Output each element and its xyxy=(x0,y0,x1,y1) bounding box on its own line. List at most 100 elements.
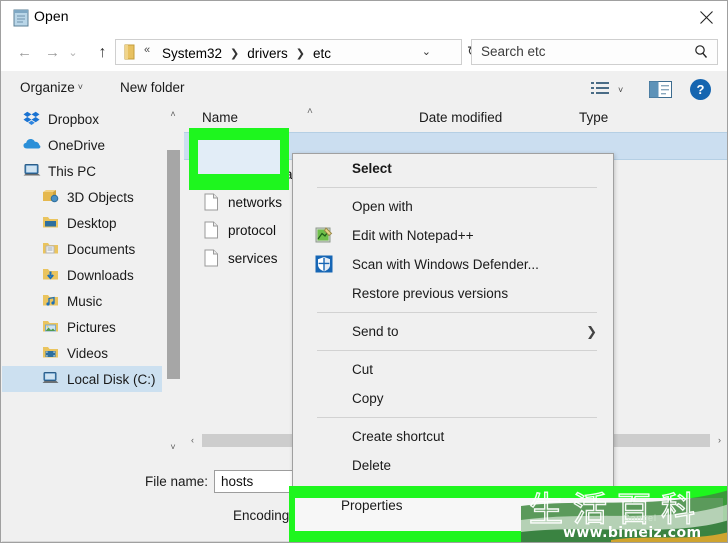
new-folder-button[interactable]: New folder xyxy=(120,80,185,95)
file-name: protocol xyxy=(228,222,277,238)
encoding-label: Encoding xyxy=(233,508,290,523)
menu-item-restore-previous-versions[interactable]: Restore previous versions xyxy=(293,279,613,308)
menu-item-select[interactable]: Select xyxy=(293,154,613,183)
folder-icon xyxy=(123,44,137,60)
sidebar-item-videos[interactable]: Videos xyxy=(2,340,162,366)
address-overflow-icon[interactable]: « xyxy=(144,44,150,56)
sidebar-item-dropbox[interactable]: Dropbox xyxy=(2,106,162,132)
breadcrumb-item-0[interactable]: System32 xyxy=(160,46,224,61)
preview-pane-icon[interactable] xyxy=(649,81,672,101)
watermark: 生活百科 Cancel www.bimeiz.com xyxy=(521,480,727,542)
view-options-dropdown-icon[interactable]: ˅ xyxy=(618,85,623,95)
menu-item-label: Open with xyxy=(352,199,413,214)
navigation-pane: Dropbox OneDrive This PC 3D Objects Desk… xyxy=(2,106,162,456)
menu-separator xyxy=(317,187,597,188)
menu-item-create-shortcut[interactable]: Create shortcut xyxy=(293,422,613,451)
music-icon xyxy=(42,293,60,309)
breadcrumb-separator-icon[interactable]: ❯ xyxy=(290,47,311,60)
sidebar-item-label: Documents xyxy=(67,241,136,257)
scroll-down-icon[interactable]: ˅ xyxy=(165,439,181,456)
window-title: Open xyxy=(34,8,69,24)
menu-item-label: Cut xyxy=(352,362,374,377)
sidebar-item-label: This PC xyxy=(48,163,97,179)
hosts-selection-inner xyxy=(198,140,280,174)
desktop-icon xyxy=(42,215,60,231)
scroll-left-icon[interactable]: ‹ xyxy=(184,432,201,449)
open-file-dialog: Open ← → ⌄ ↑ « System32 ❯ drivers ❯ etc … xyxy=(0,0,728,543)
menu-item-label: Restore previous versions xyxy=(352,286,509,301)
sort-ascending-icon: ˄ xyxy=(307,106,313,117)
scrollbar-thumb[interactable] xyxy=(167,150,180,379)
file-icon xyxy=(204,193,219,211)
recent-locations-button[interactable]: ⌄ xyxy=(65,39,81,66)
sidebar-item-label: Music xyxy=(67,293,103,309)
sidebar-item-label: Downloads xyxy=(67,267,134,283)
file-name-value: hosts xyxy=(221,474,254,489)
breadcrumb-item-2[interactable]: etc xyxy=(311,46,333,61)
hosts-file-highlight xyxy=(189,128,289,190)
chevron-right-icon: ❯ xyxy=(586,324,597,339)
up-one-level-button[interactable]: ↑ xyxy=(89,39,116,66)
menu-item-label: Delete xyxy=(352,458,392,473)
menu-item-properties-label[interactable]: Properties xyxy=(341,498,403,513)
sidebar-item-local-disk-c[interactable]: Local Disk (C:) xyxy=(2,366,162,392)
watermark-url: www.bimeiz.com xyxy=(563,525,702,541)
scroll-right-icon[interactable]: › xyxy=(711,432,727,449)
sidebar-item-onedrive[interactable]: OneDrive xyxy=(2,132,162,158)
documents-icon xyxy=(42,241,60,257)
sidebar-item-documents[interactable]: Documents xyxy=(2,236,162,262)
menu-separator xyxy=(317,350,597,351)
title-bar: Open xyxy=(1,1,727,34)
forward-button[interactable]: → xyxy=(39,39,66,66)
sidebar-item-label: Local Disk (C:) xyxy=(67,371,156,387)
address-bar[interactable]: « System32 ❯ drivers ❯ etc ⌄ xyxy=(115,39,462,65)
menu-item-copy[interactable]: Copy xyxy=(293,384,613,413)
chevron-down-icon: ˅ xyxy=(77,82,84,92)
column-header-name[interactable]: Name xyxy=(202,110,238,125)
column-header-type[interactable]: Type xyxy=(579,110,608,125)
local-disk-icon xyxy=(42,371,60,387)
column-header-date-modified[interactable]: Date modified xyxy=(419,110,502,125)
menu-item-cut[interactable]: Cut xyxy=(293,355,613,384)
help-button[interactable]: ? xyxy=(690,79,711,100)
breadcrumb-separator-icon[interactable]: ❯ xyxy=(224,47,245,60)
sidebar-item-this-pc[interactable]: This PC xyxy=(2,158,162,184)
up-arrow-icon: ↑ xyxy=(98,43,107,61)
organize-label: Organize xyxy=(20,80,75,95)
sidebar-item-downloads[interactable]: Downloads xyxy=(2,262,162,288)
organize-button[interactable]: Organize ˅ xyxy=(20,80,83,95)
menu-separator xyxy=(317,312,597,313)
navigation-pane-scrollbar[interactable]: ˄ ˅ xyxy=(165,106,181,456)
back-arrow-icon: ← xyxy=(17,44,32,61)
menu-item-open-with[interactable]: Open with xyxy=(293,192,613,221)
menu-item-edit-with-notepadpp[interactable]: Edit with Notepad++ xyxy=(293,221,613,250)
sidebar-item-desktop[interactable]: Desktop xyxy=(2,210,162,236)
close-button[interactable] xyxy=(684,1,727,33)
search-input[interactable]: Search etc xyxy=(471,39,718,65)
sidebar-item-music[interactable]: Music xyxy=(2,288,162,314)
menu-item-label: Create shortcut xyxy=(352,429,445,444)
watermark-sub-text: Cancel xyxy=(623,513,658,523)
sidebar-item-3d-objects[interactable]: 3D Objects xyxy=(2,184,162,210)
menu-item-label: Select xyxy=(352,161,392,176)
breadcrumb: System32 ❯ drivers ❯ etc xyxy=(160,43,333,63)
help-icon: ? xyxy=(696,82,705,97)
menu-item-scan-with-windows-defender[interactable]: Scan with Windows Defender... xyxy=(293,250,613,279)
notepadpp-icon xyxy=(315,226,333,244)
address-dropdown-icon[interactable]: ⌄ xyxy=(422,45,431,58)
file-name-label: File name: xyxy=(145,474,209,489)
menu-item-delete[interactable]: Delete xyxy=(293,451,613,480)
file-icon xyxy=(204,249,219,267)
menu-item-label: Send to xyxy=(352,324,399,339)
back-button[interactable]: ← xyxy=(11,39,38,66)
menu-item-send-to[interactable]: Send to ❯ xyxy=(293,317,613,346)
breadcrumb-item-1[interactable]: drivers xyxy=(245,46,290,61)
menu-separator xyxy=(317,417,597,418)
view-options-icon[interactable] xyxy=(591,81,611,100)
sidebar-item-pictures[interactable]: Pictures xyxy=(2,314,162,340)
menu-item-label: Scan with Windows Defender... xyxy=(352,257,539,272)
search-placeholder: Search etc xyxy=(481,44,546,59)
forward-arrow-icon: → xyxy=(45,44,60,61)
dropbox-icon xyxy=(23,111,41,127)
scroll-up-icon[interactable]: ˄ xyxy=(165,106,181,123)
